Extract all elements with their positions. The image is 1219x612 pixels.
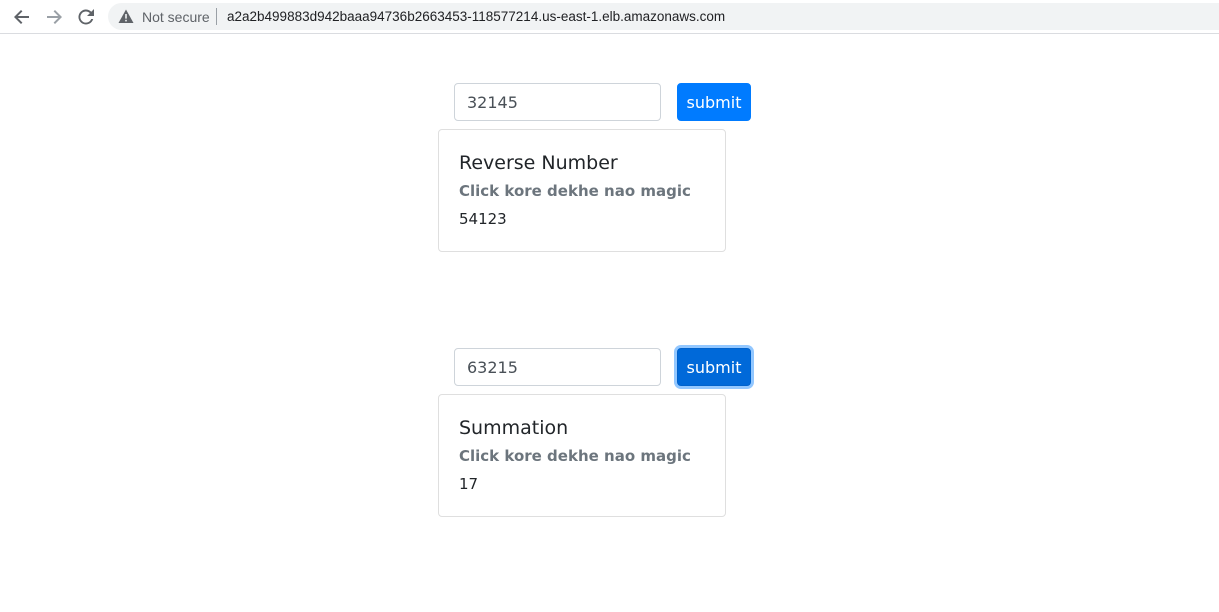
back-button[interactable]	[10, 5, 34, 29]
reverse-submit-button[interactable]: submit	[677, 83, 751, 121]
reload-icon	[78, 9, 94, 25]
summation-card: Summation Click kore dekhe nao magic 17	[438, 394, 726, 517]
card-result: 17	[459, 475, 479, 493]
address-bar[interactable]: Not secure a2a2b499883d942baaa94736b2663…	[108, 3, 1219, 30]
reverse-form: submit	[454, 83, 751, 121]
summation-form: submit	[454, 348, 751, 386]
card-subtitle: Click kore dekhe nao magic	[459, 182, 691, 200]
card-title: Reverse Number	[459, 152, 618, 174]
url-text[interactable]: a2a2b499883d942baaa94736b2663453-1185772…	[227, 9, 725, 24]
reverse-number-card: Reverse Number Click kore dekhe nao magi…	[438, 129, 726, 252]
back-arrow-icon	[14, 10, 29, 24]
warning-icon	[118, 9, 134, 23]
summation-input[interactable]	[454, 348, 661, 386]
address-divider	[216, 8, 217, 25]
security-status-label[interactable]: Not secure	[142, 9, 210, 25]
card-title: Summation	[459, 417, 569, 439]
card-subtitle: Click kore dekhe nao magic	[459, 447, 691, 465]
summation-submit-button[interactable]: submit	[677, 348, 751, 386]
browser-toolbar: Not secure a2a2b499883d942baaa94736b2663…	[0, 0, 1219, 34]
forward-button[interactable]	[42, 5, 66, 29]
reload-button[interactable]	[74, 5, 98, 29]
forward-arrow-icon	[47, 10, 62, 24]
card-result: 54123	[459, 210, 507, 228]
reverse-number-input[interactable]	[454, 83, 661, 121]
